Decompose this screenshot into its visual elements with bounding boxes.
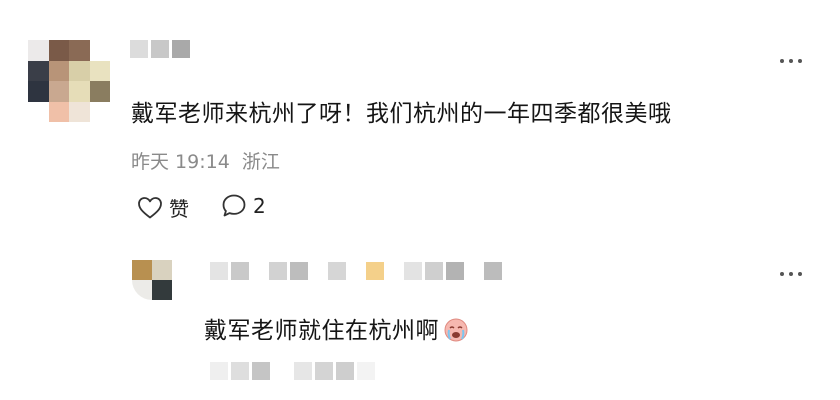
heart-outline-icon xyxy=(138,196,162,218)
reply-more-button[interactable] xyxy=(780,272,802,276)
like-label: 赞 xyxy=(169,197,189,221)
more-dots-icon xyxy=(780,272,784,276)
reply-count: 2 xyxy=(253,193,266,218)
reply-button[interactable]: 2 xyxy=(221,193,266,218)
reply-text: 戴军老师就住在杭州啊 xyxy=(204,311,469,345)
username[interactable] xyxy=(130,40,190,58)
avatar[interactable] xyxy=(28,40,110,122)
crying-face-emoji xyxy=(444,318,468,342)
comment-location: 浙江 xyxy=(241,151,280,173)
reply-meta xyxy=(210,362,375,380)
reply-avatar[interactable] xyxy=(132,260,172,300)
comment-text: 戴军老师来杭州了呀！我们杭州的一年四季都很美哦 xyxy=(131,101,672,127)
reply-username[interactable] xyxy=(210,262,502,280)
more-button[interactable] xyxy=(780,59,802,63)
comment-meta: 昨天 19:14 浙江 xyxy=(131,147,280,174)
like-button[interactable]: 赞 xyxy=(137,193,189,222)
comment-date: 昨天 19:14 xyxy=(131,151,230,173)
speech-bubble-icon xyxy=(222,194,246,217)
more-dots-icon xyxy=(780,59,784,63)
